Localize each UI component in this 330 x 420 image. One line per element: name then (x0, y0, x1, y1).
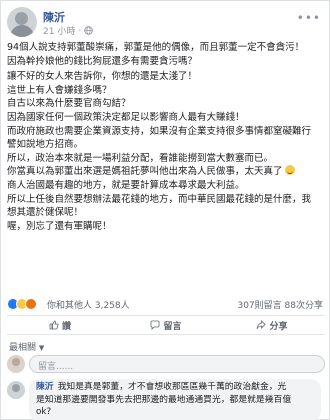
post-meta: 21 小時 · (43, 24, 93, 37)
author-name[interactable]: 陳沂 (43, 9, 65, 25)
comment-share-counts: 307則留言 88次分享 (237, 298, 323, 311)
post-actions: 讚 留言 分享 (7, 315, 325, 335)
comment-label: 留言 (163, 321, 182, 332)
post-line: 因為國家任何一個政策決定都足以影響商人最有大賺錢！ (7, 111, 245, 123)
author-avatar[interactable] (7, 7, 37, 37)
post-header: 陳沂 21 小時 · ••• (7, 7, 325, 37)
post-line: 喔，別忘了還有軍購呢！ (7, 220, 112, 232)
post-line: 想其還於健保呢！ (7, 207, 84, 219)
post-line: 譬如說地方招商。 (7, 139, 84, 151)
comment-item: 陳沂 我知是真是郭董，才不會想收那區區幾千萬的政治獻金，光 是知道那邊要開發事先去… (7, 379, 325, 420)
post-line: 商人治國最有趣的地方，就是要計算成本尋求最大利益。 (7, 179, 245, 191)
post-line: 而政府施政也需要企業資源支持，如果沒有企業支持很多事情都窒礙難行 (7, 125, 312, 137)
share-icon (257, 320, 267, 330)
like-button[interactable]: 讚 (7, 315, 113, 335)
comment-icon (151, 320, 160, 330)
like-label: 讚 (61, 321, 71, 332)
comment-line: 陳沂 我知是真是郭董，才不會想收那區區幾千萬的政治獻金，光 (36, 381, 314, 394)
comment-input[interactable]: 留言...... (29, 355, 325, 373)
post-line: 所以，政治本來就是一場利益分配，看誰能撈到當大數塞而已。 (7, 152, 274, 164)
post-line: 因為幹拎娘他的錢比狗屁還多有需要貪污嗎？ (7, 55, 198, 67)
post-line: 讓不好的女人來告訴你，你想的還是太淺了！ (7, 71, 198, 83)
post-stats: 你和其他人 3,258人 307則留言 88次分享 (7, 297, 325, 313)
current-user-avatar (7, 355, 25, 373)
more-options-icon[interactable]: ••• (297, 11, 321, 25)
share-count[interactable]: 88次分享 (285, 301, 323, 311)
comment-bubble: 陳沂 我知是真是郭董，才不會想收那區區幾千萬的政治獻金，光 是知道那邊要開發事先去… (29, 379, 321, 420)
post-line-text: 你當真以為郭董出來選是媽祖託夢叫他出來為人民做事，太天真了 (7, 166, 283, 178)
post-time[interactable]: 21 小時 (43, 24, 75, 37)
comment-line: 是知道那邊要開發事先去把那邊的最地通通買光，都是就是幾百億 (36, 394, 292, 405)
post-line: 自古以來為什麼要官商勾結？ (7, 98, 131, 110)
post-line: 這世上有人會嫌錢多嗎？ (7, 84, 112, 96)
chevron-down-icon: ▼ (38, 344, 45, 352)
reaction-icons[interactable] (7, 298, 37, 310)
laughing-emoji-icon (284, 165, 295, 176)
post-body: 94個人說支持郭董酸崇痛，郭董是他的偶像，而且郭董一定不會貪污！ 因為幹拎娘他的… (7, 41, 327, 233)
reaction-count[interactable]: 你和其他人 3,258人 (47, 298, 130, 311)
comment-composer: 留言...... (7, 354, 325, 374)
comment-count[interactable]: 307則留言 (237, 301, 281, 311)
share-button[interactable]: 分享 (219, 315, 325, 335)
comment-line: ok? (36, 407, 52, 417)
comment-text: 我知是真是郭董，才不會想收那區區幾千萬的政治獻金，光 (57, 382, 287, 392)
post-line: 你當真以為郭董出來選是媽祖託夢叫他出來為人民做事，太天真了 (7, 165, 327, 179)
comment-sort-dropdown[interactable]: 最相關 ▼ (9, 340, 44, 353)
post-line: 所以上任後自然要想辦法最花錢的地方，而中華民國最花錢的是什麼，我 (7, 193, 312, 205)
share-label: 分享 (269, 321, 288, 332)
globe-icon (84, 26, 93, 35)
thumbs-up-icon (49, 320, 59, 330)
commenter-name[interactable]: 陳沂 (36, 382, 54, 392)
angry-reaction-icon (25, 298, 37, 310)
comment-button[interactable]: 留言 (113, 315, 219, 335)
sort-label: 最相關 (9, 343, 37, 353)
commenter-avatar[interactable] (7, 381, 25, 399)
post-line: 94個人說支持郭董酸崇痛，郭董是他的偶像，而且郭董一定不會貪污！ (7, 42, 305, 53)
facebook-post: 陳沂 21 小時 · ••• 94個人說支持郭董酸崇痛，郭董是他的偶像，而且郭董… (0, 0, 330, 420)
